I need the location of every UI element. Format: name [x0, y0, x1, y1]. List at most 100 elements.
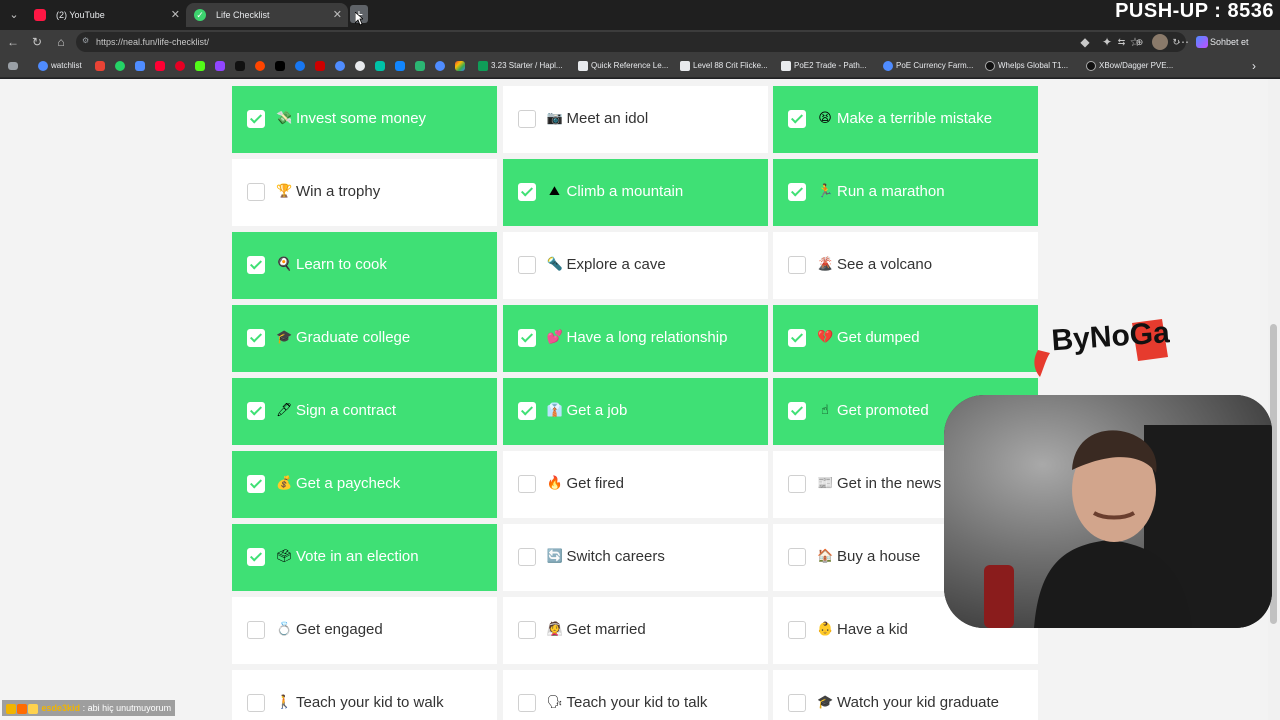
translate-icon[interactable]: ⇆	[1118, 37, 1126, 47]
home-icon[interactable]: ⌂	[52, 33, 70, 51]
checkbox[interactable]	[788, 256, 806, 274]
back-icon[interactable]: ←	[4, 33, 22, 51]
site-info-icon[interactable]: ⚙	[82, 36, 92, 48]
twitch-icon[interactable]	[215, 61, 225, 71]
more-menu-icon[interactable]: ⋯	[1174, 33, 1192, 51]
bookmark-poe2-trade[interactable]: PoE2 Trade - Path...	[781, 54, 866, 78]
checkbox[interactable]	[517, 256, 536, 274]
translate-bookmark-icon[interactable]	[135, 61, 145, 71]
checkbox-checked[interactable]	[788, 110, 806, 128]
address-bar[interactable]: ⚙ https://neal.fun/life-checklist/ ⇆ ⊕ ☆…	[76, 32, 1186, 52]
checkbox[interactable]	[247, 183, 265, 201]
reddit-icon[interactable]	[255, 61, 265, 71]
bookmark-xbow[interactable]: XBow/Dagger PVE...	[1086, 54, 1173, 78]
bookmark-icon[interactable]	[415, 61, 425, 71]
checklist-item[interactable]: 🔦 Explore a cave	[502, 232, 768, 299]
bookmark-whelps[interactable]: Whelps Global T1...	[985, 54, 1068, 78]
checklist-item[interactable]: 🏃 Run a marathon	[773, 159, 1038, 226]
gmail-icon[interactable]	[95, 61, 105, 71]
checklist-item[interactable]: 📷 Meet an idol	[502, 86, 768, 153]
checkbox-checked[interactable]	[247, 402, 265, 420]
checkbox-checked[interactable]	[247, 110, 265, 128]
checklist-item[interactable]: ⛰ Climb a mountain	[502, 159, 768, 226]
avatar[interactable]	[1152, 34, 1168, 50]
checklist-item[interactable]: 🌋 See a volcano	[773, 232, 1038, 299]
favorites-icon[interactable]: ☆	[1126, 33, 1144, 51]
checkbox-checked[interactable]	[247, 548, 265, 566]
sidebar-toggle-icon[interactable]	[8, 62, 18, 70]
checkbox[interactable]	[247, 694, 265, 712]
checklist-item[interactable]: 💰 Get a paycheck	[232, 451, 497, 518]
checkbox-checked[interactable]	[247, 256, 265, 274]
chevron-right-icon[interactable]: ›	[1252, 54, 1256, 78]
facebook-icon[interactable]	[295, 61, 305, 71]
scrollbar[interactable]	[1268, 79, 1280, 720]
extension-icon[interactable]: ◆	[1076, 33, 1094, 51]
bookmark-poe-currency[interactable]: PoE Currency Farm...	[883, 54, 973, 78]
checklist-item[interactable]: 💸 Invest some money	[232, 86, 497, 153]
reload-icon[interactable]: ↻	[28, 33, 46, 51]
checkbox-checked[interactable]	[517, 402, 536, 420]
checkbox[interactable]	[788, 694, 806, 712]
checkbox[interactable]	[788, 475, 806, 493]
checkbox-checked[interactable]	[517, 183, 536, 201]
youtube-bookmark-icon[interactable]	[155, 61, 165, 71]
checklist-item[interactable]: 💍 Get engaged	[232, 597, 497, 664]
checklist-item[interactable]: 🔄 Switch careers	[502, 524, 768, 591]
chat-button[interactable]: Sohbet et	[1196, 30, 1249, 54]
checklist-item[interactable]: 😫 Make a terrible mistake	[773, 86, 1038, 153]
checklist-item[interactable]: 🏆 Win a trophy	[232, 159, 497, 226]
bookmark-quick-reference[interactable]: Quick Reference Le...	[578, 54, 668, 78]
tab-life-checklist[interactable]: ✓ Life Checklist ✕	[186, 3, 348, 27]
checkmark-icon	[520, 330, 533, 343]
pinterest-icon[interactable]	[175, 61, 185, 71]
checkbox-checked[interactable]	[247, 329, 265, 347]
bookmark-icon[interactable]	[315, 61, 325, 71]
tab-search-icon[interactable]: ⌄	[4, 5, 24, 25]
checklist-item[interactable]: 🎓 Graduate college	[232, 305, 497, 372]
x-icon[interactable]	[275, 61, 285, 71]
checkbox-checked[interactable]	[788, 402, 806, 420]
checklist-item[interactable]: 🎓 Watch your kid graduate	[773, 670, 1038, 720]
checkbox-checked[interactable]	[517, 329, 536, 347]
checkbox-checked[interactable]	[788, 183, 806, 201]
checkbox[interactable]	[517, 548, 536, 566]
checkbox[interactable]	[517, 621, 536, 639]
checklist-item[interactable]: 🔥 Get fired	[502, 451, 768, 518]
bluesky-icon[interactable]	[395, 61, 405, 71]
checklist-item[interactable]: 🚶 Teach your kid to walk	[232, 670, 497, 720]
checkbox-checked[interactable]	[788, 329, 806, 347]
checklist-item[interactable]: 👰 Get married	[502, 597, 768, 664]
tab-youtube[interactable]: (2) YouTube ✕	[26, 3, 186, 27]
checklist-item[interactable]: 💔 Get dumped	[773, 305, 1038, 372]
bookmark-starter[interactable]: 3.23 Starter / Hapl...	[478, 54, 563, 78]
bookmark-icon[interactable]	[375, 61, 385, 71]
puzzle-icon[interactable]: ✦	[1098, 33, 1116, 51]
bookmark-watchlist[interactable]: watchlist	[38, 54, 82, 78]
checkbox[interactable]	[788, 548, 806, 566]
checklist-item[interactable]: 💕 Have a long relationship	[502, 305, 768, 372]
checkbox[interactable]	[517, 475, 536, 493]
checkbox[interactable]	[788, 621, 806, 639]
bookmark-icon[interactable]	[335, 61, 345, 71]
bookmark-icon[interactable]	[455, 61, 465, 71]
checkmark-icon	[790, 184, 804, 197]
checkbox[interactable]	[247, 621, 265, 639]
bookmark-icon[interactable]	[355, 61, 365, 71]
bookmark-level88[interactable]: Level 88 Crit Flicke...	[680, 54, 768, 78]
checklist-item[interactable]: 🍳 Learn to cook	[232, 232, 497, 299]
kick-icon[interactable]	[195, 61, 205, 71]
checkbox[interactable]	[517, 110, 536, 128]
checklist-item-label: Get engaged	[296, 621, 383, 638]
checkbox[interactable]	[517, 694, 536, 712]
checklist-item[interactable]: 🗳 Vote in an election	[232, 524, 497, 591]
checklist-item[interactable]: 👔 Get a job	[502, 378, 768, 445]
checkbox-checked[interactable]	[247, 475, 265, 493]
checklist-item[interactable]: 🗣 Teach your kid to talk	[502, 670, 768, 720]
checklist-item[interactable]: 🖊 Sign a contract	[232, 378, 497, 445]
close-icon[interactable]: ✕	[171, 3, 180, 27]
whatsapp-icon[interactable]	[115, 61, 125, 71]
bookmark-icon[interactable]	[435, 61, 445, 71]
tiktok-icon[interactable]	[235, 61, 245, 71]
close-icon[interactable]: ✕	[333, 3, 342, 27]
